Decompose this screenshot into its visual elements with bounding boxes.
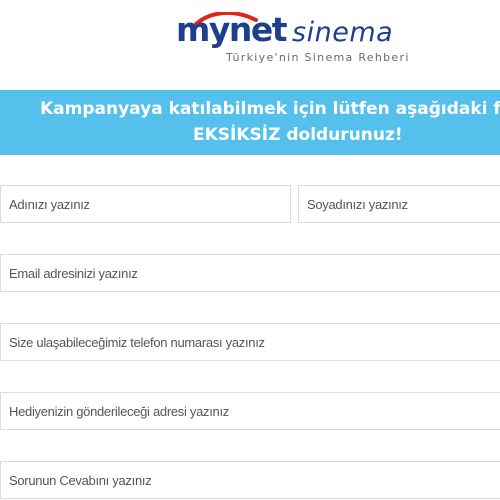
- banner-text-line-1: Kampanyaya katılabilmek için lütfen aşağ…: [40, 99, 500, 119]
- address-input[interactable]: [0, 392, 500, 430]
- first-name-input[interactable]: [0, 185, 291, 223]
- instruction-banner: Kampanyaya katılabilmek için lütfen aşağ…: [0, 90, 500, 155]
- answer-input[interactable]: [0, 461, 500, 499]
- logo-product-text: sinema: [292, 17, 394, 48]
- logo-brand-text: mynet: [176, 10, 288, 49]
- last-name-input[interactable]: [298, 185, 500, 223]
- email-input[interactable]: [0, 254, 500, 292]
- banner-text-line-2: EKSİKSİZ doldurunuz!: [193, 125, 403, 145]
- mynet-sinema-logo[interactable]: mynet sinema Türkiye'nin Sinema Rehberi: [0, 0, 500, 90]
- logo-tagline: Türkiye'nin Sinema Rehberi: [226, 51, 410, 64]
- phone-input[interactable]: [0, 323, 500, 361]
